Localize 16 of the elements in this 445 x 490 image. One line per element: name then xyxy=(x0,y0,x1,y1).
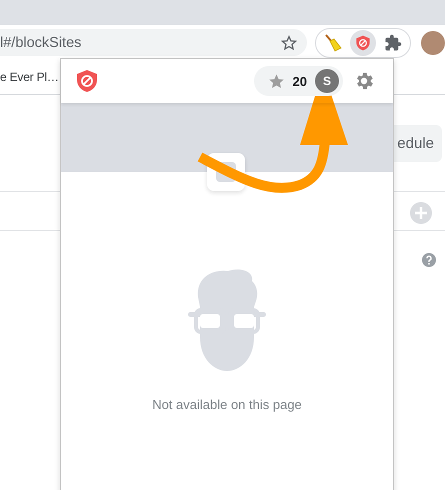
shield-logo-icon xyxy=(75,69,99,93)
shield-icon xyxy=(355,34,371,50)
help-icon[interactable] xyxy=(422,253,436,267)
status-message: Not available on this page xyxy=(152,397,302,412)
puzzle-icon xyxy=(384,34,402,52)
star-icon[interactable] xyxy=(281,34,297,50)
avatar-placeholder-icon xyxy=(188,267,266,371)
broom-icon xyxy=(323,32,343,52)
bookmark-link[interactable]: e Ever Pl… xyxy=(0,70,59,84)
user-avatar[interactable]: S xyxy=(315,69,339,93)
points-count: 20 xyxy=(292,74,307,88)
address-text: l#/blockSites xyxy=(0,34,82,50)
profile-avatar[interactable] xyxy=(421,30,445,54)
star-icon xyxy=(268,72,285,90)
extension-button[interactable] xyxy=(350,30,376,56)
address-bar[interactable]: l#/blockSites xyxy=(0,29,307,56)
